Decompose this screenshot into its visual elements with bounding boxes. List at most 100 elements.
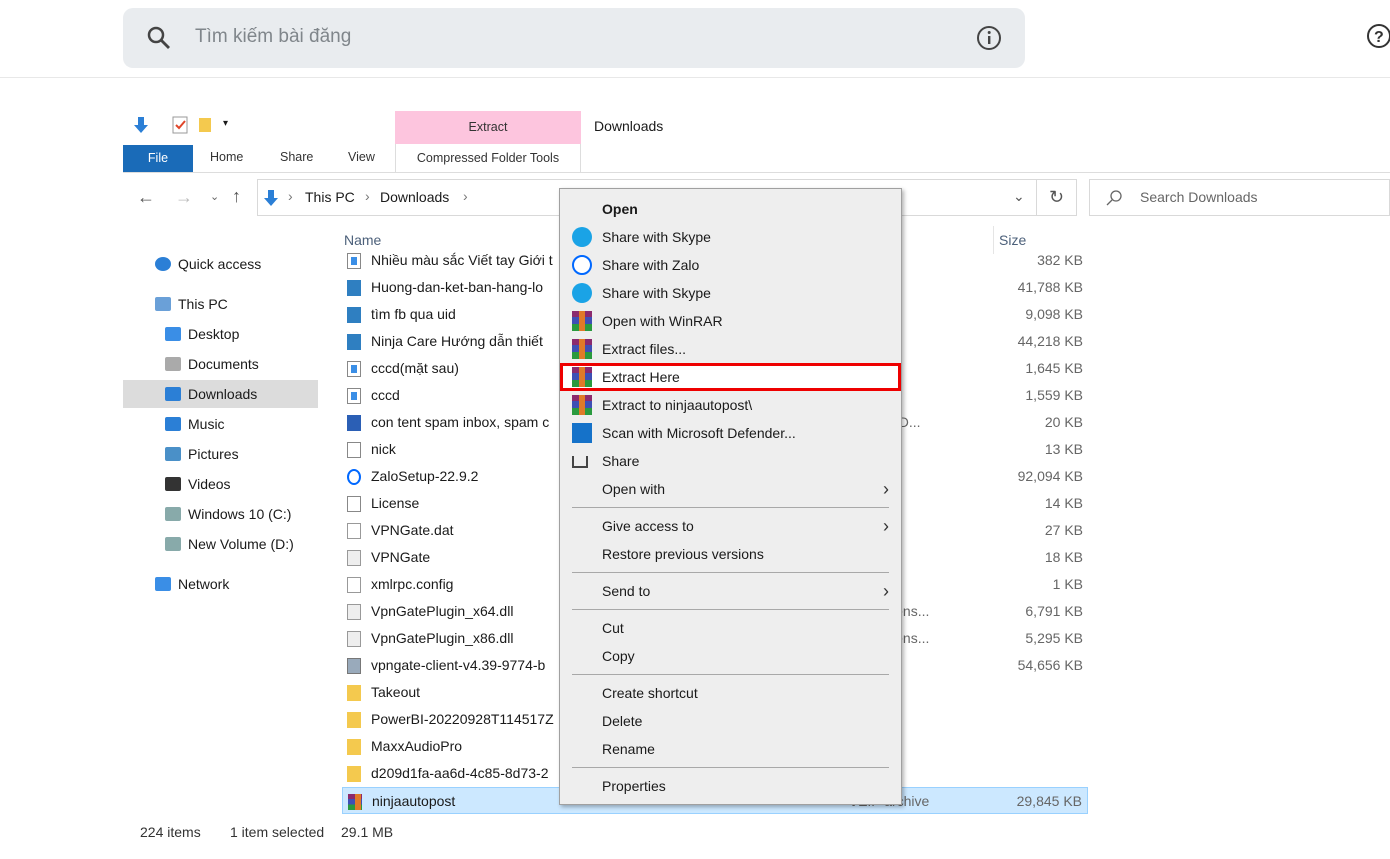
post-search-bar[interactable]: Tìm kiếm bài đăng (123, 8, 1025, 68)
tab-file[interactable]: File (123, 145, 193, 172)
menu-item-rename[interactable]: Rename (560, 735, 901, 763)
menu-item-extract-files[interactable]: Extract files... (560, 335, 901, 363)
share-icon (572, 456, 588, 468)
nav-item-desktop[interactable]: Desktop (123, 320, 318, 348)
tab-extract[interactable]: Extract (395, 111, 581, 144)
menu-item-open-with[interactable]: Open with › (560, 475, 901, 503)
nav-item-documents[interactable]: Documents (123, 350, 318, 378)
menu-label: Open (602, 201, 638, 217)
menu-item-open[interactable]: Open (560, 195, 901, 223)
column-name[interactable]: Name (344, 232, 381, 248)
back-button[interactable]: ← (137, 187, 155, 208)
menu-item-share-with-zalo[interactable]: Share with Zalo (560, 251, 901, 279)
folder-file-icon (347, 712, 361, 728)
menu-label: Scan with Microsoft Defender... (602, 425, 796, 441)
winrar-file-icon (348, 794, 362, 810)
music-icon (165, 417, 181, 431)
menu-item-share-with-skype[interactable]: Share with Skype (560, 279, 901, 307)
tab-share[interactable]: Share (280, 150, 313, 164)
nav-item-quick-access[interactable]: Quick access (123, 250, 318, 278)
menu-item-share-with-skype[interactable]: Share with Skype (560, 223, 901, 251)
refresh-button[interactable]: ↻ (1037, 179, 1077, 216)
info-icon[interactable] (976, 25, 1002, 51)
nav-label: Network (178, 576, 230, 592)
download-arrow-icon[interactable] (132, 116, 150, 134)
file-size: 18 KB (1044, 549, 1083, 565)
file-name: Ninja Care Hướng dẫn thiết (371, 333, 543, 349)
pc-icon (155, 297, 171, 311)
chevron-right-icon: › (883, 581, 889, 601)
skype-icon (572, 283, 592, 303)
breadcrumb-downloads[interactable]: Downloads (380, 189, 449, 205)
file-size: 92,094 KB (1017, 468, 1083, 484)
file-name: MaxxAudioPro (371, 738, 463, 754)
videos-icon (165, 477, 181, 491)
menu-item-delete[interactable]: Delete (560, 707, 901, 735)
tab-home[interactable]: Home (210, 150, 243, 164)
address-dropdown-icon[interactable]: ⌄ (1013, 188, 1025, 205)
tab-view[interactable]: View (348, 150, 375, 164)
properties-icon[interactable] (172, 116, 188, 134)
help-icon[interactable]: ? (1366, 23, 1390, 49)
file-name: con tent spam inbox, spam c (371, 414, 550, 430)
menu-item-extract-to-ninjaautopost[interactable]: Extract to ninjaautopost\ (560, 391, 901, 419)
file-name: ZaloSetup-22.9.2 (371, 468, 479, 484)
winrar-icon (572, 395, 592, 415)
new-folder-icon[interactable] (198, 117, 212, 133)
menu-label: Open with WinRAR (602, 313, 723, 329)
customize-toolbar-icon[interactable]: ▾ (223, 118, 228, 129)
search-placeholder: Search Downloads (1140, 189, 1258, 205)
menu-item-give-access-to[interactable]: Give access to › (560, 512, 901, 540)
nav-label: New Volume (D:) (188, 536, 294, 552)
nav-label: Quick access (178, 256, 262, 272)
nav-item-new-volume-d-[interactable]: New Volume (D:) (123, 530, 318, 558)
blank-file-icon (347, 577, 361, 593)
nav-item-windows-10-c-[interactable]: Windows 10 (C:) (123, 500, 318, 528)
menu-label: Properties (602, 778, 666, 794)
menu-item-cut[interactable]: Cut (560, 614, 901, 642)
menu-separator (572, 507, 889, 508)
search-icon (1106, 190, 1122, 206)
recent-locations-button[interactable]: ⌄ (210, 190, 219, 203)
menu-item-copy[interactable]: Copy (560, 642, 901, 670)
menu-separator (572, 767, 889, 768)
nav-label: Windows 10 (C:) (188, 506, 292, 522)
nav-item-network[interactable]: Network (123, 570, 318, 598)
up-button[interactable]: ↑ (232, 186, 241, 207)
video-file-icon (347, 334, 361, 350)
file-name: cccd (371, 387, 400, 403)
menu-item-scan-with-microsoft-defender[interactable]: Scan with Microsoft Defender... (560, 419, 901, 447)
winrar-icon (572, 311, 592, 331)
menu-item-create-shortcut[interactable]: Create shortcut (560, 679, 901, 707)
nav-item-downloads[interactable]: Downloads (123, 380, 318, 408)
menu-item-share[interactable]: Share (560, 447, 901, 475)
menu-label: Extract Here (602, 369, 680, 385)
search-downloads-input[interactable]: Search Downloads (1089, 179, 1390, 216)
nav-item-pictures[interactable]: Pictures (123, 440, 318, 468)
menu-item-open-with-winrar[interactable]: Open with WinRAR (560, 307, 901, 335)
selection-count: 1 item selected (230, 824, 325, 840)
breadcrumb-this-pc[interactable]: This PC (305, 189, 355, 205)
file-size: 29,845 KB (1016, 793, 1082, 809)
menu-label: Extract files... (602, 341, 687, 357)
winrar-icon (572, 339, 592, 359)
menu-item-properties[interactable]: Properties (560, 772, 901, 800)
column-size[interactable]: Size (999, 232, 1026, 248)
file-name: PowerBI-20220928T114517Z (371, 711, 554, 727)
nav-item-videos[interactable]: Videos (123, 470, 318, 498)
forward-button[interactable]: → (175, 187, 193, 208)
winrar-icon (572, 367, 592, 387)
image-file-icon (347, 361, 361, 377)
compressed-folder-tools-label: Compressed Folder Tools (395, 144, 581, 172)
chevron-icon: › (288, 188, 293, 204)
nav-label: Pictures (188, 446, 239, 462)
search-icon (147, 26, 170, 49)
menu-item-restore-previous-versions[interactable]: Restore previous versions (560, 540, 901, 568)
menu-item-send-to[interactable]: Send to › (560, 577, 901, 605)
nav-item-this-pc[interactable]: This PC (123, 290, 318, 318)
menu-item-extract-here[interactable]: Extract Here (560, 363, 901, 391)
menu-label: Share with Zalo (602, 257, 700, 273)
nav-item-music[interactable]: Music (123, 410, 318, 438)
nav-label: Desktop (188, 326, 240, 342)
file-name: xmlrpc.config (371, 576, 454, 592)
